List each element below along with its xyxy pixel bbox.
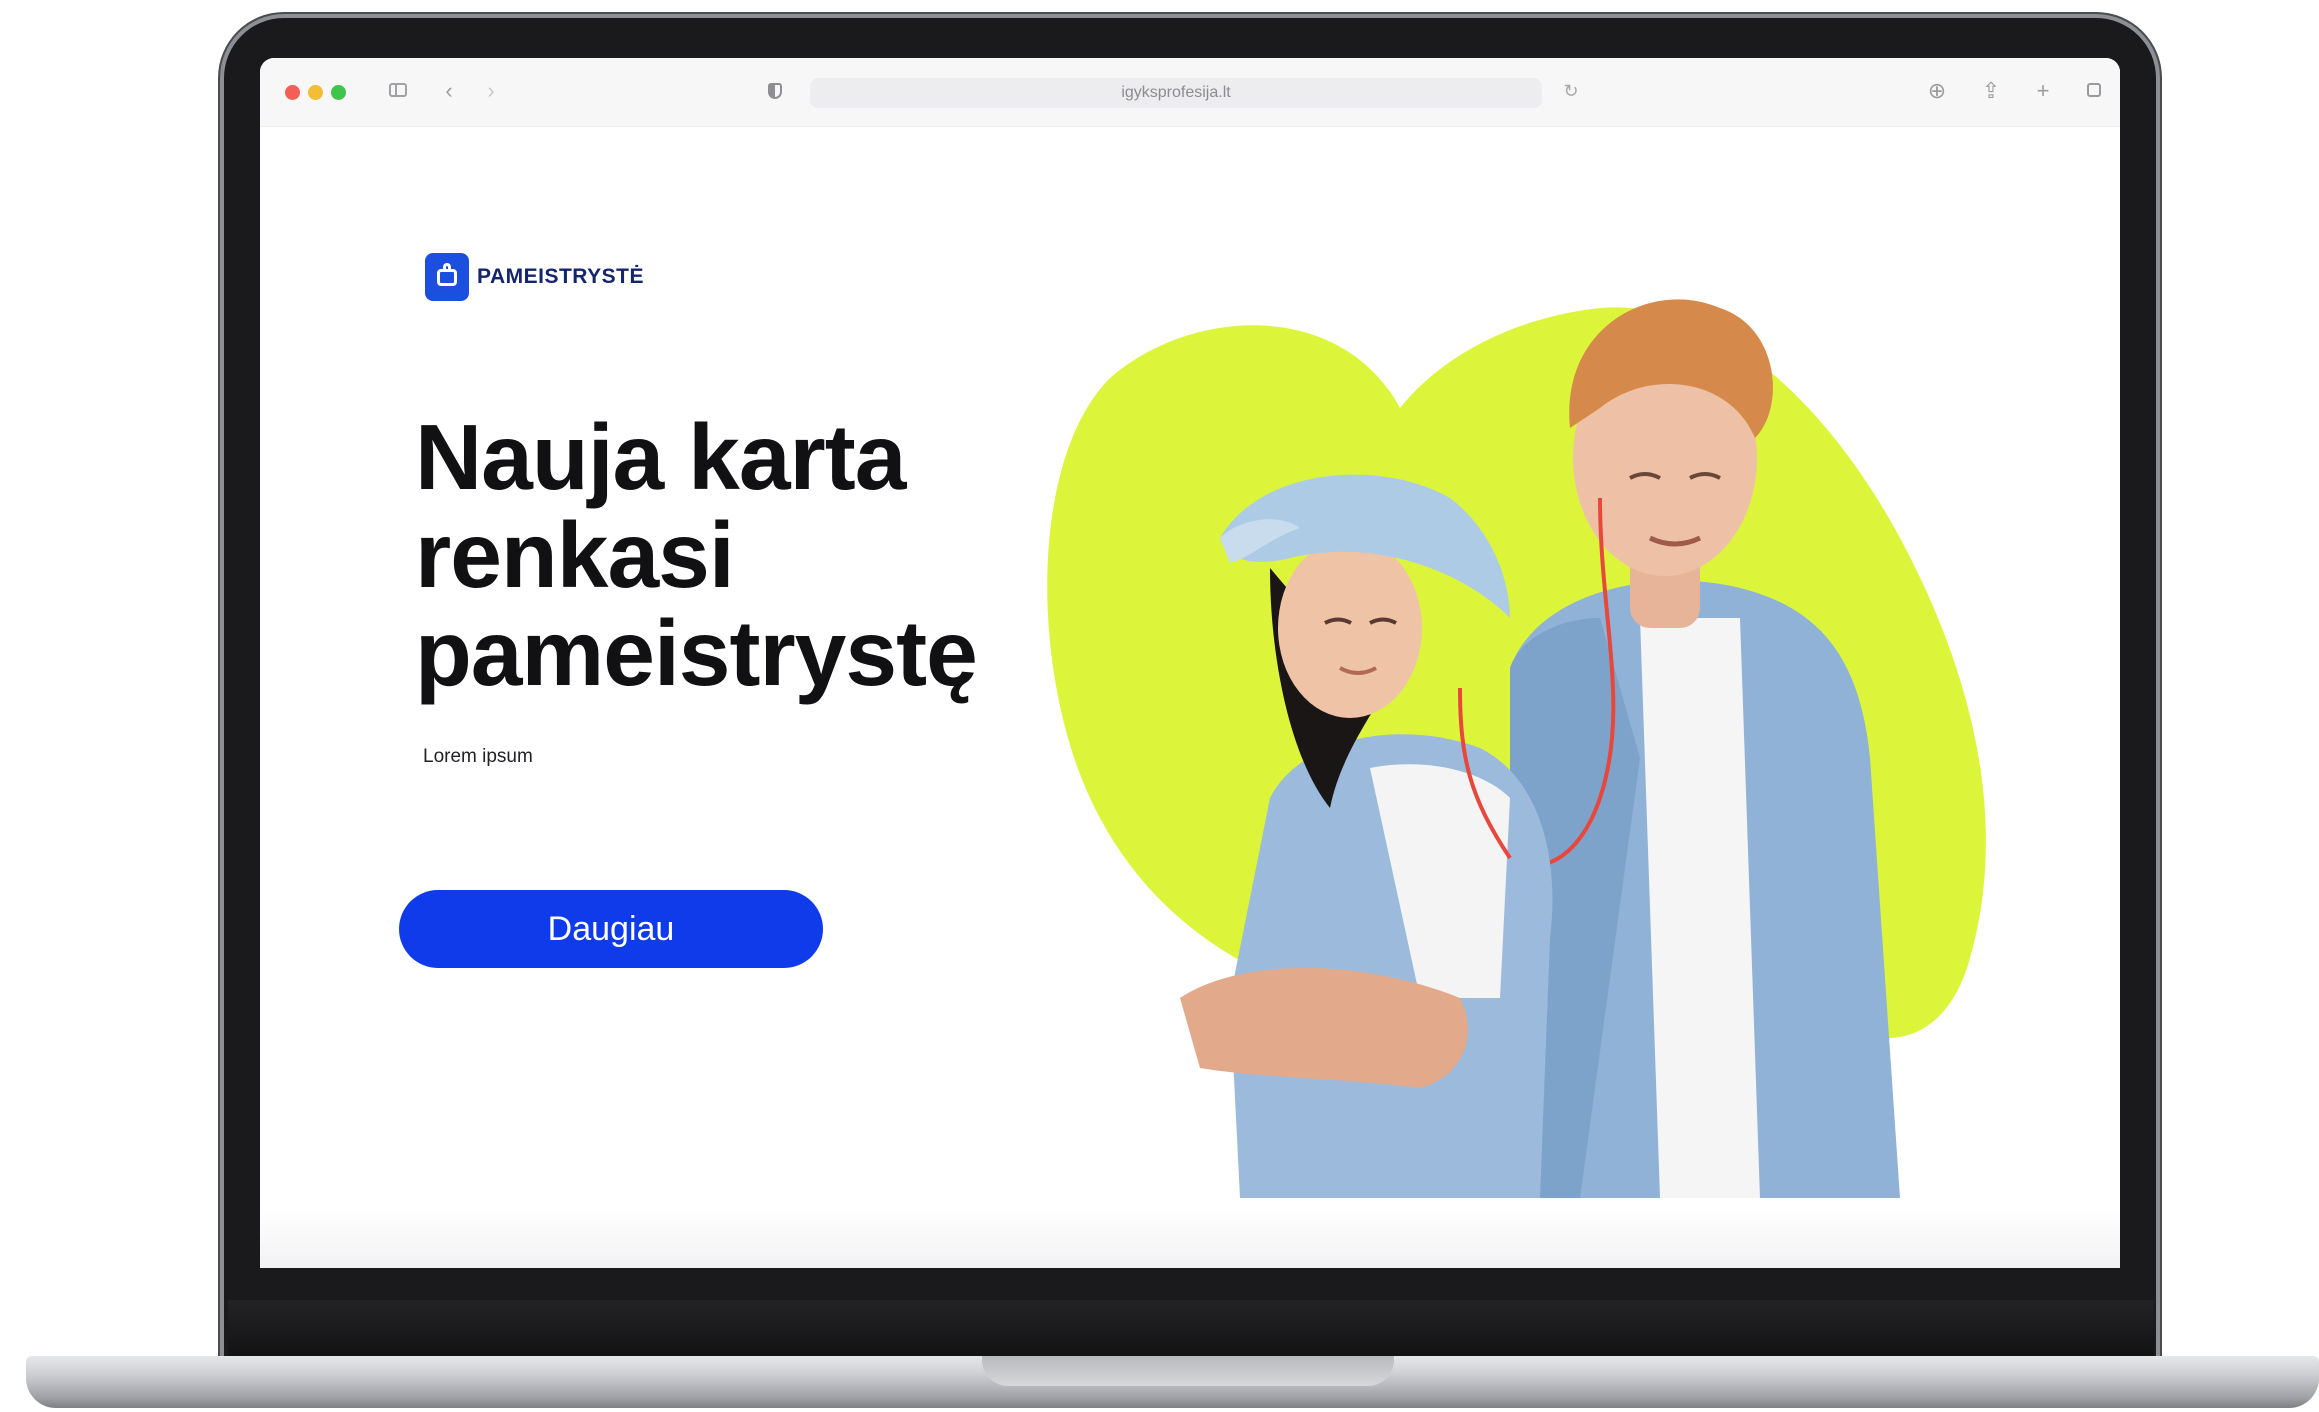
- back-icon[interactable]: ‹: [434, 76, 464, 106]
- privacy-shield-icon[interactable]: [760, 76, 790, 106]
- hero-image: [1047, 299, 1986, 1198]
- tab-overview-icon[interactable]: [2080, 76, 2110, 106]
- browser-window: ‹ › igyksprofesija.lt ↻ ⊕ ⇪ + PAMEISTRYS…: [260, 58, 2120, 1268]
- more-button[interactable]: Daugiau: [399, 890, 823, 968]
- browser-toolbar: ‹ › igyksprofesija.lt ↻ ⊕ ⇪ +: [260, 58, 2120, 127]
- zoom-window-button[interactable]: [331, 85, 346, 100]
- laptop-chin: [228, 1300, 2154, 1362]
- headline-line-3: pameistrystę: [415, 601, 978, 705]
- minimize-window-button[interactable]: [308, 85, 323, 100]
- reload-icon[interactable]: ↻: [1556, 76, 1586, 106]
- forward-icon[interactable]: ›: [476, 76, 506, 106]
- laptop-notch: [982, 1356, 1394, 1386]
- brand-name: PAMEISTRYSTĖ: [477, 265, 645, 288]
- address-bar[interactable]: igyksprofesija.lt: [810, 78, 1542, 108]
- headline-line-1: Nauja karta: [415, 405, 906, 509]
- sidebar-toggle-icon[interactable]: [383, 76, 413, 106]
- page-bottom-fade: [260, 1208, 2120, 1268]
- logo-mark-icon: [425, 253, 469, 301]
- share-icon[interactable]: ⇪: [1976, 76, 2006, 106]
- brand-logo[interactable]: PAMEISTRYSTĖ: [425, 252, 644, 302]
- close-window-button[interactable]: [285, 85, 300, 100]
- headline-line-2: renkasi: [415, 503, 735, 607]
- hero-subtitle: Lorem ipsum: [423, 746, 533, 767]
- hero-headline: Nauja karta renkasi pameistrystę: [415, 408, 1115, 702]
- new-tab-icon[interactable]: +: [2028, 76, 2058, 106]
- stage: ‹ › igyksprofesija.lt ↻ ⊕ ⇪ + PAMEISTRYS…: [0, 0, 2319, 1412]
- download-icon[interactable]: ⊕: [1922, 76, 1952, 106]
